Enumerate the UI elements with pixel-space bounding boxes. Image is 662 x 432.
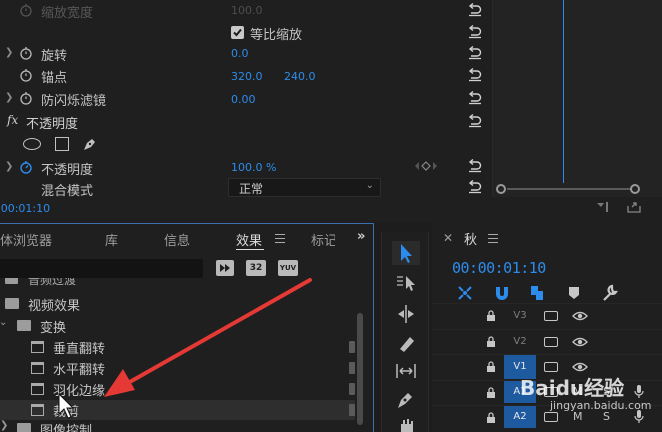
annotation-arrow [58,278,312,419]
watermark-url: jingyan.baidu.com [550,399,652,412]
watermark-logo: Baidu经验 [520,376,625,400]
watermark: Baidu经验 jingyan.baidu.com [520,372,662,422]
